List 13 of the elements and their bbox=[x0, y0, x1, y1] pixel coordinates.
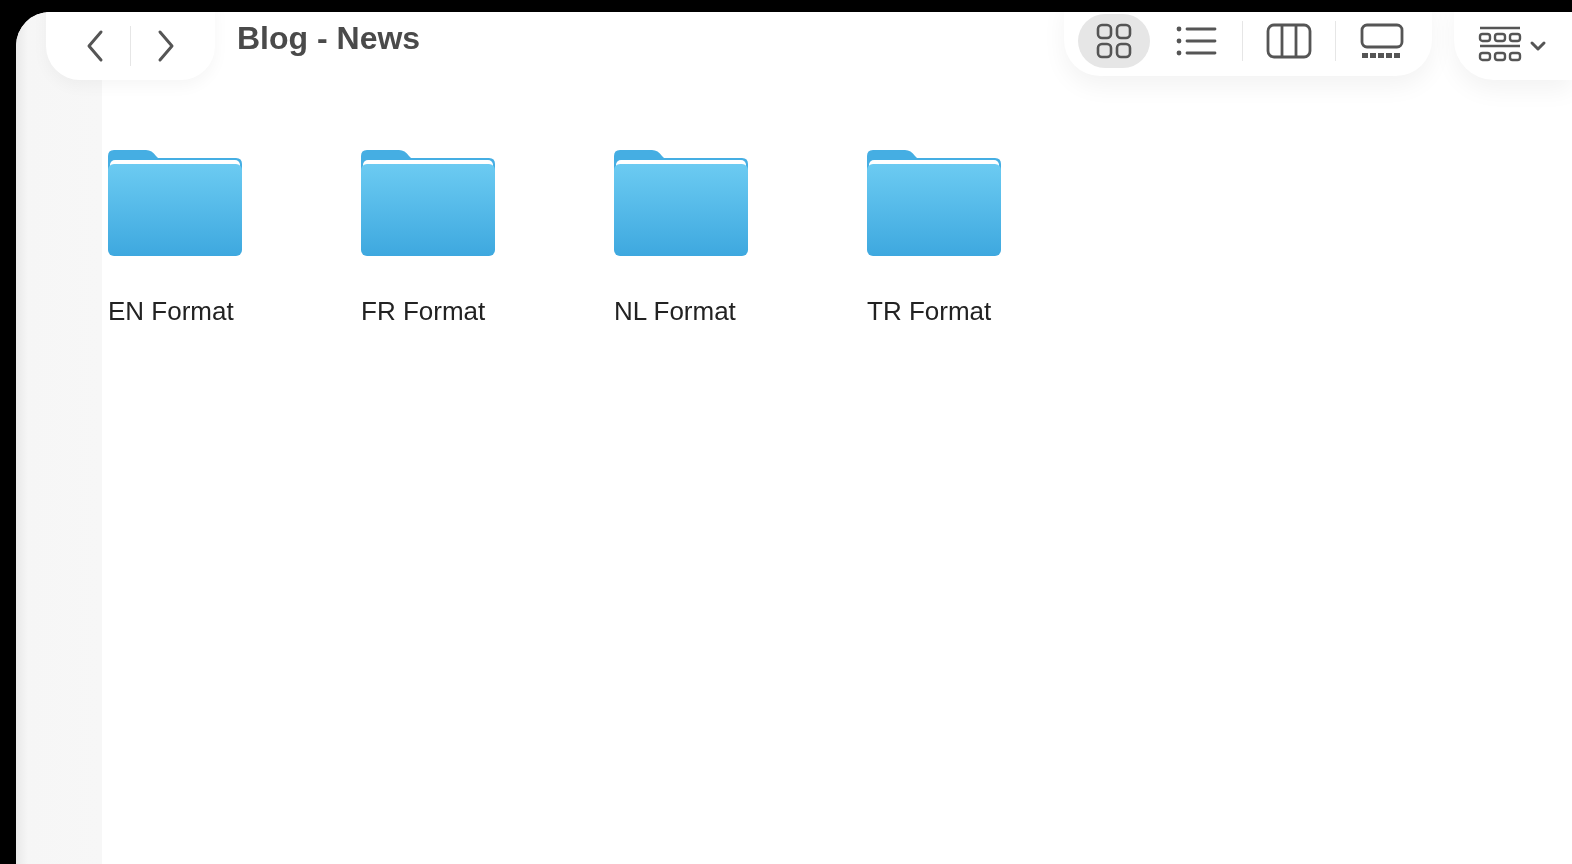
grid-icon bbox=[1095, 22, 1133, 60]
folder-name[interactable]: TR Format bbox=[867, 296, 992, 327]
back-chevron-icon bbox=[85, 28, 105, 64]
gallery-icon bbox=[1360, 23, 1404, 59]
folder-name[interactable]: FR Format bbox=[361, 296, 486, 327]
window-title: Blog - News bbox=[237, 20, 421, 57]
columns-icon bbox=[1266, 23, 1312, 59]
group-button[interactable] bbox=[1454, 12, 1572, 80]
list-icon bbox=[1175, 24, 1217, 58]
forward-chevron-icon bbox=[156, 28, 176, 64]
folder-name[interactable]: EN Format bbox=[108, 296, 234, 327]
icons-view-button[interactable] bbox=[1078, 14, 1150, 68]
folder-name[interactable]: NL Format bbox=[614, 296, 736, 327]
